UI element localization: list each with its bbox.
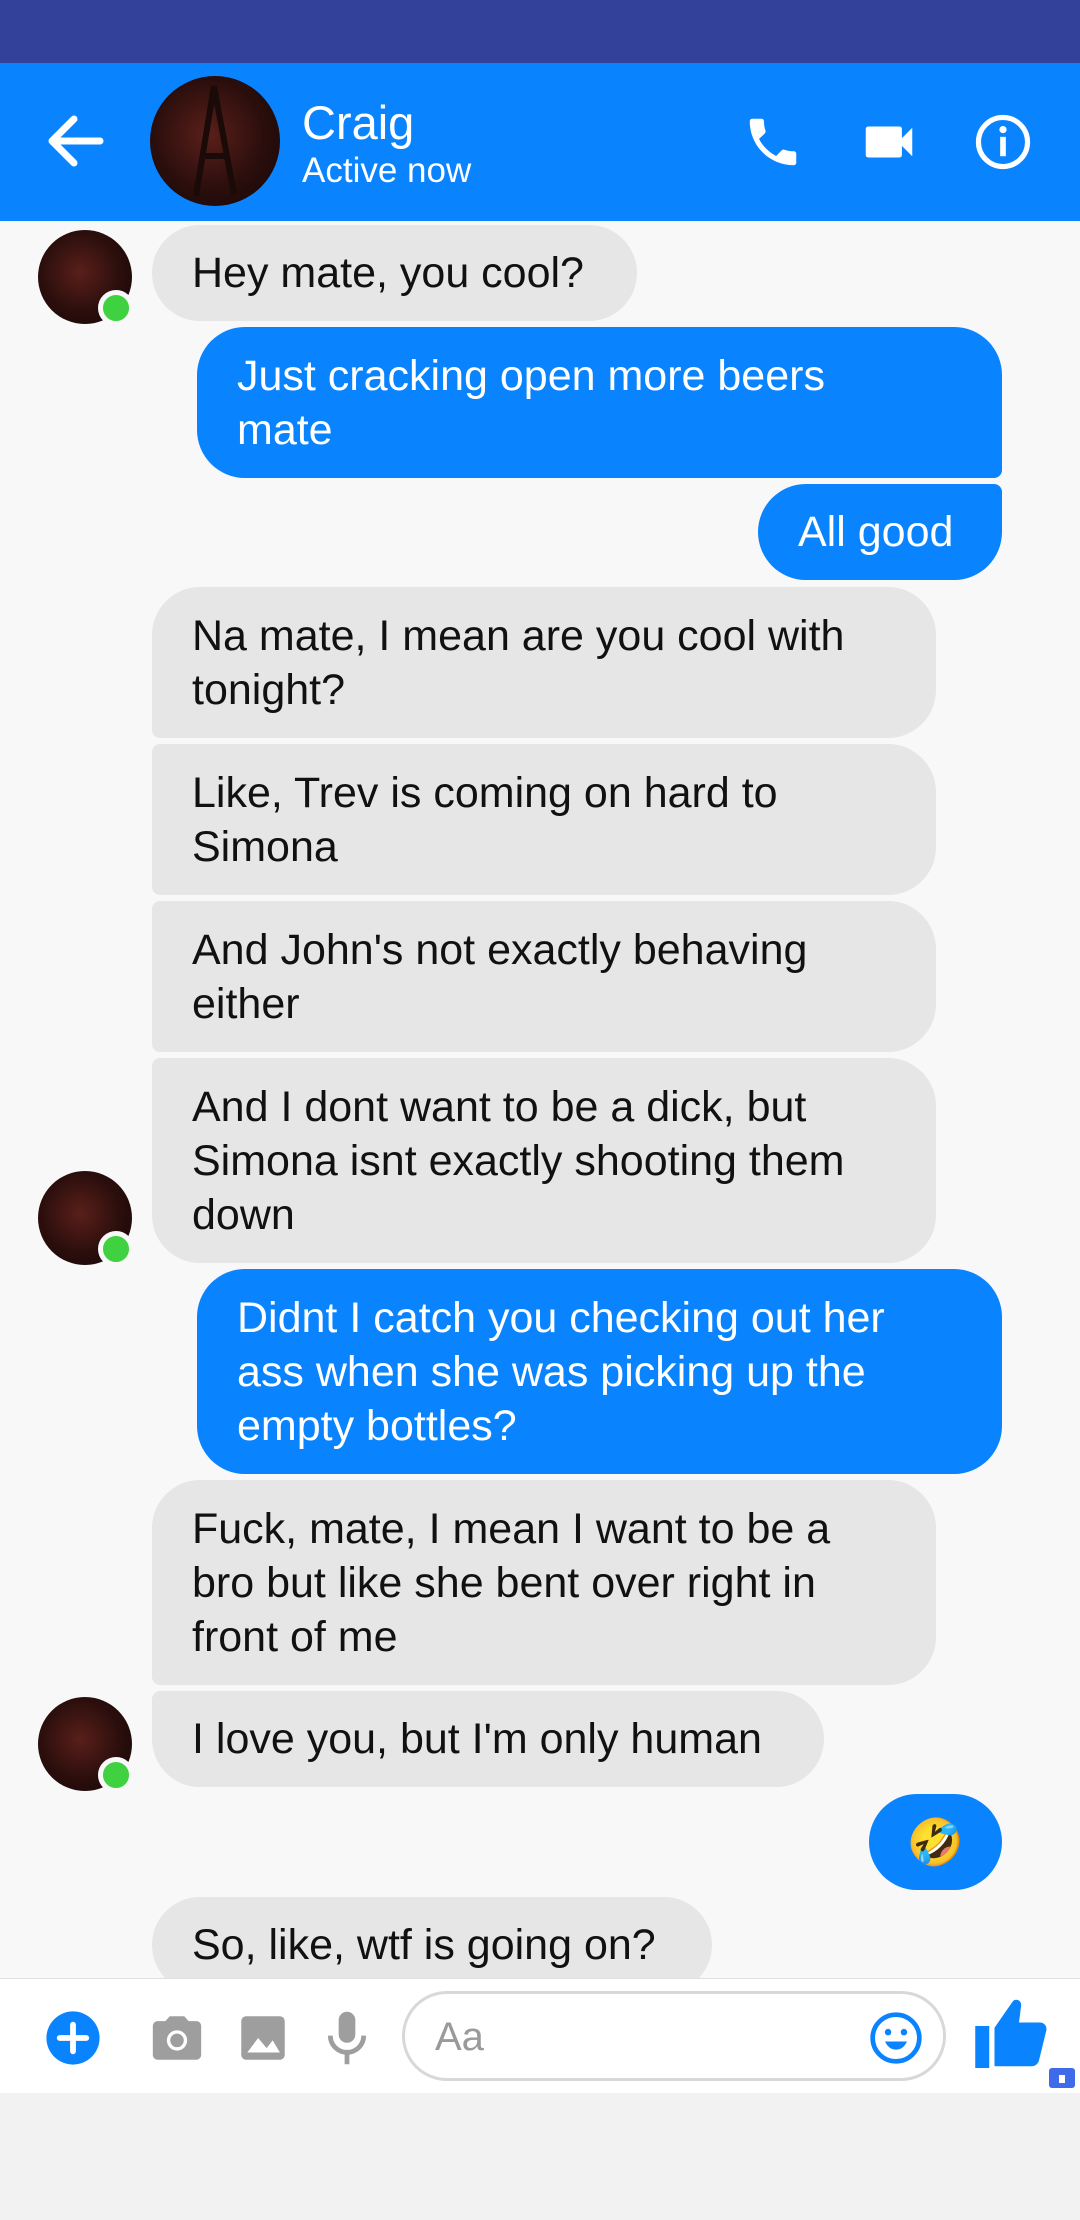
message-bubble-outgoing[interactable]: Didnt I catch you checking out her ass w…	[197, 1269, 1002, 1474]
online-indicator	[98, 290, 134, 326]
message-bubble-incoming[interactable]: So, like, wtf is going on?	[152, 1897, 712, 1978]
thumbs-up-icon[interactable]	[970, 1991, 1054, 2075]
info-icon[interactable]	[972, 111, 1034, 173]
message-bubble-outgoing[interactable]: Just cracking open more beers mate	[197, 327, 1002, 478]
online-indicator	[98, 1757, 134, 1793]
chat-header: Craig Active now	[0, 63, 1080, 221]
microphone-icon[interactable]	[318, 2007, 376, 2069]
message-bubble-emoji[interactable]: 🤣	[869, 1794, 1002, 1890]
contact-avatar[interactable]	[150, 76, 280, 206]
status-bar	[0, 0, 1080, 63]
message-bubble-incoming[interactable]: And John's not exactly behaving either	[152, 901, 936, 1052]
message-bubble-incoming[interactable]: I love you, but I'm only human	[152, 1691, 824, 1787]
message-bubble-incoming[interactable]: And I dont want to be a dick, but Simona…	[152, 1058, 936, 1263]
contact-avatar-small[interactable]	[38, 230, 134, 326]
message-bubble-incoming[interactable]: Hey mate, you cool?	[152, 225, 637, 321]
emoji-icon[interactable]	[868, 2010, 924, 2066]
contact-status: Active now	[302, 151, 472, 190]
back-arrow-icon[interactable]	[40, 111, 110, 171]
message-input[interactable]: Aa	[402, 1991, 946, 2081]
contact-name[interactable]: Craig	[302, 97, 414, 149]
image-icon[interactable]	[234, 2009, 292, 2067]
input-placeholder: Aa	[435, 2015, 484, 2059]
message-bubble-incoming[interactable]: Like, Trev is coming on hard to Simona	[152, 744, 936, 895]
message-thread[interactable]: Hey mate, you cool? Just cracking open m…	[0, 221, 1080, 1978]
message-bubble-incoming[interactable]: Fuck, mate, I mean I want to be a bro bu…	[152, 1480, 936, 1685]
plus-icon[interactable]	[44, 2009, 102, 2067]
message-bubble-outgoing[interactable]: All good	[758, 484, 1002, 580]
message-bubble-incoming[interactable]: Na mate, I mean are you cool with tonigh…	[152, 587, 936, 738]
camera-icon[interactable]	[148, 2009, 206, 2067]
contact-avatar-small[interactable]	[38, 1697, 134, 1793]
contact-avatar-small[interactable]	[38, 1171, 134, 1267]
message-composer: Aa	[0, 1978, 1080, 2094]
video-camera-icon[interactable]	[858, 111, 920, 173]
badge-icon	[1049, 2068, 1075, 2088]
phone-icon[interactable]	[742, 111, 804, 173]
online-indicator	[98, 1231, 134, 1267]
navigation-area	[0, 2093, 1080, 2220]
